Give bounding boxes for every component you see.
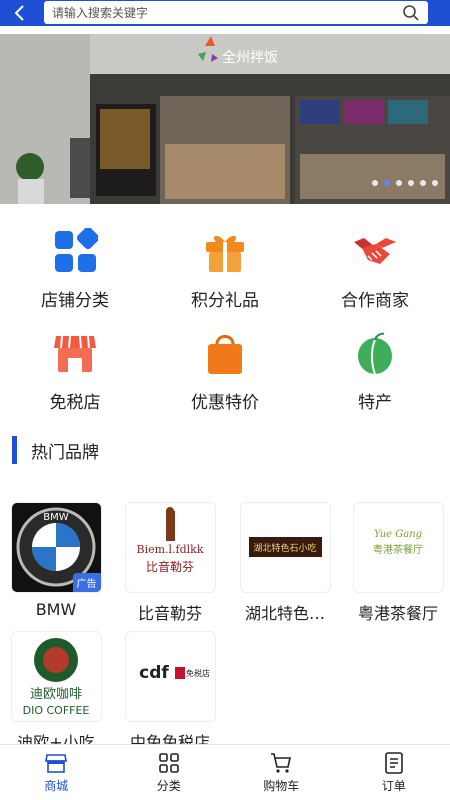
brand-biem[interactable]: Biem.l.fdlkk 比音勒芬 比音勒芬 (120, 503, 220, 624)
tab-category[interactable]: 分类 (113, 745, 226, 800)
brand-logo: 湖北特色石小吃 (240, 503, 330, 592)
tab-label: 购物车 (263, 779, 300, 793)
section-title: 热门品牌 (31, 442, 99, 463)
brand-hubei[interactable]: 湖北特色石小吃 湖北特色… (235, 503, 335, 624)
feature-partners[interactable]: 合作商家 (300, 228, 450, 311)
yuegang-logo-icon: Yue Gang 粤港茶餐厅 (373, 529, 423, 556)
category-icon (158, 753, 179, 773)
shop-icon (54, 335, 96, 372)
top-bar: 请输入搜索关键字 (0, 0, 450, 26)
brand-name: BMW (35, 600, 77, 619)
brand-name: 比音勒芬 (137, 604, 202, 623)
feature-label: 优惠特价 (191, 393, 259, 413)
biem-logo-sub: 比音勒芬 (145, 559, 193, 574)
tab-label: 订单 (381, 779, 406, 793)
tab-orders[interactable]: 订单 (338, 745, 450, 800)
cdf-logo-sub: 免税店 (186, 668, 210, 678)
search-input[interactable]: 请输入搜索关键字 (44, 1, 428, 24)
bmw-logo-text: BMW (43, 512, 68, 523)
feature-points-gift[interactable]: 积分礼品 (150, 228, 300, 311)
section-header: 热门品牌 (12, 436, 99, 464)
feature-specialties[interactable]: 特产 (300, 330, 450, 413)
tab-label: 分类 (156, 779, 181, 793)
hubei-logo-text: 湖北特色石小吃 (253, 542, 316, 554)
yuegang-logo-sub: 粤港茶餐厅 (373, 543, 423, 556)
carousel-dot[interactable] (420, 180, 426, 186)
feature-label: 合作商家 (341, 291, 409, 311)
banner-image: 全州拌饭 (0, 34, 450, 204)
cdf-logo-icon: cdf 免税店 (139, 663, 210, 683)
brand-logo: Biem.l.fdlkk 比音勒芬 (125, 503, 215, 592)
brand-cdf[interactable]: cdf 免税店 中免免税店 (120, 632, 220, 753)
tab-store[interactable]: 商城 (0, 745, 113, 800)
dio-logo-text: 迪欧咖啡 (29, 687, 81, 702)
dio-logo-sub: DIO COFFEE (22, 704, 89, 717)
store-icon (45, 754, 68, 773)
brand-logo: Yue Gang 粤港茶餐厅 (353, 503, 443, 592)
biem-logo-text: Biem.l.fdlkk (136, 543, 203, 556)
feature-duty-free[interactable]: 免税店 (0, 330, 150, 413)
carousel-dot[interactable] (432, 180, 438, 186)
feature-label: 免税店 (49, 393, 101, 413)
brand-logo: BMW 广告 (11, 503, 101, 592)
app-page: 请输入搜索关键字 全州拌饭 店铺分类 积分礼品 合作商家 免税店 优惠特价 特产… (0, 0, 450, 800)
carousel-indicator (372, 180, 438, 186)
brand-name: 粤港茶餐厅 (357, 604, 438, 623)
cdf-logo-text: cdf (139, 663, 169, 683)
carousel-dot[interactable] (396, 180, 402, 186)
feature-label: 积分礼品 (191, 291, 259, 311)
section-accent-bar (12, 436, 17, 464)
yuegang-logo-text: Yue Gang (373, 529, 421, 540)
back-arrow-icon[interactable] (10, 3, 30, 23)
feature-shop-category[interactable]: 店铺分类 (0, 226, 150, 311)
carousel-dot[interactable] (408, 180, 414, 186)
brand-yuegang[interactable]: Yue Gang 粤港茶餐厅 粤港茶餐厅 (348, 503, 448, 624)
search-placeholder: 请输入搜索关键字 (52, 6, 149, 20)
brand-logo: cdf 免税店 (125, 632, 215, 721)
hubei-logo-icon: 湖北特色石小吃 (248, 537, 322, 557)
feature-deals[interactable]: 优惠特价 (150, 330, 300, 413)
brand-name: 湖北特色… (244, 604, 325, 623)
feature-label: 店铺分类 (41, 291, 109, 311)
tab-label: 商城 (44, 779, 69, 793)
grid-icon (55, 226, 100, 272)
fruit-icon (358, 332, 392, 375)
tab-cart[interactable]: 购物车 (225, 745, 338, 800)
brand-logo: 迪欧咖啡 DIO COFFEE (11, 632, 101, 721)
carousel-dot[interactable] (372, 180, 378, 186)
cart-icon (271, 753, 292, 773)
bottom-tab-bar: 商城 分类 购物车 订单 (0, 744, 450, 800)
dio-logo-icon: 迪欧咖啡 DIO COFFEE (22, 638, 89, 717)
brand-bmw[interactable]: BMW 广告 BMW (6, 503, 106, 619)
ad-badge: 广告 (72, 573, 101, 592)
handshake-icon (354, 238, 396, 264)
gift-icon (206, 235, 244, 272)
bag-icon (208, 335, 242, 374)
biem-logo-icon: Biem.l.fdlkk 比音勒芬 (136, 507, 203, 574)
store-sign-text: 全州拌饭 (222, 49, 278, 66)
carousel-dot-active[interactable] (384, 180, 390, 186)
promo-banner[interactable]: 全州拌饭 (0, 34, 450, 204)
brand-dio[interactable]: 迪欧咖啡 DIO COFFEE 迪欧+小吃 (6, 632, 106, 753)
feature-label: 特产 (358, 393, 392, 413)
order-icon (384, 752, 403, 774)
search-icon[interactable] (402, 4, 420, 22)
